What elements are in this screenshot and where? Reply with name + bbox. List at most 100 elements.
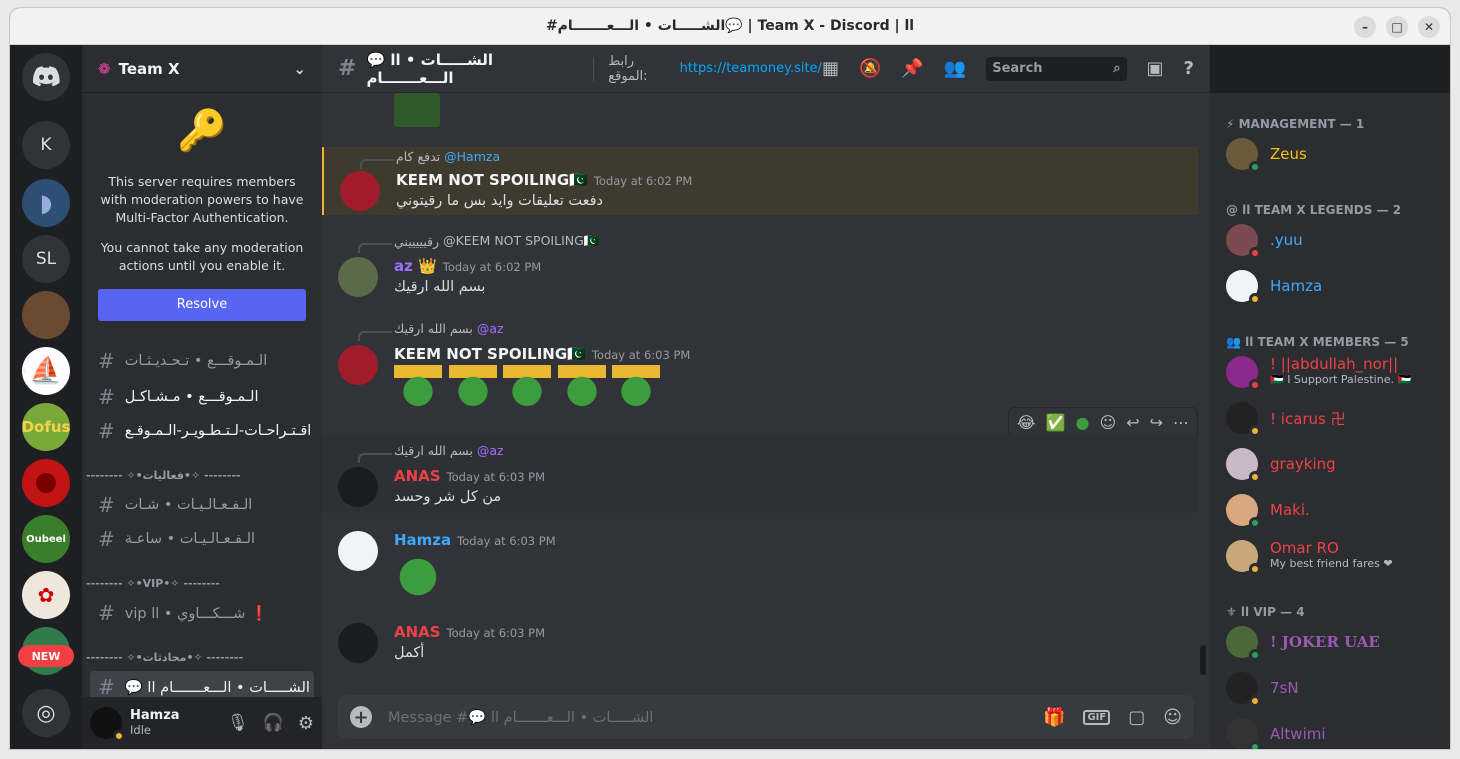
pepe-king-emoji[interactable] <box>557 365 606 409</box>
more-icon[interactable]: ⋯ <box>1173 413 1189 432</box>
add-reaction-icon[interactable]: ☺ <box>1100 413 1117 432</box>
pin-icon[interactable]: 📌 <box>901 58 923 79</box>
compass-icon: ◎ <box>36 700 56 726</box>
member-item[interactable]: Altwimi <box>1218 713 1442 749</box>
pepe-reaction-icon[interactable]: ● <box>1076 413 1090 432</box>
member-item[interactable]: Zeus <box>1218 133 1442 175</box>
avatar <box>1226 448 1261 483</box>
avatar[interactable] <box>338 257 378 297</box>
server-sl[interactable]: SL <box>22 235 70 283</box>
minimize-icon[interactable]: – <box>1354 16 1376 38</box>
headphones-icon[interactable]: 🎧 <box>263 713 284 733</box>
sticker-icon[interactable]: ▢ <box>1128 707 1145 728</box>
check-reaction-icon[interactable]: ✅ <box>1046 413 1066 432</box>
forward-icon[interactable]: ↪ <box>1150 413 1163 432</box>
mfa-notice: 🔑 This server requires members with mode… <box>82 93 322 321</box>
close-icon[interactable]: ✕ <box>1418 16 1440 38</box>
mute-bell-icon[interactable]: 🔕 <box>859 58 881 79</box>
members-icon[interactable]: 👥 <box>944 58 966 79</box>
inbox-icon[interactable]: ▣ <box>1147 58 1164 79</box>
avatar[interactable] <box>338 345 378 385</box>
server-oubeel-icon[interactable]: Oubeel <box>22 515 70 563</box>
member-item[interactable]: Hamza <box>1218 265 1442 307</box>
role-header: ⚜ ⅼⅼ VIP — 4 <box>1226 605 1305 619</box>
pepe-king-emoji[interactable] <box>612 365 661 409</box>
server-header[interactable]: ❁ Team X ⌄ <box>82 45 322 93</box>
search-input[interactable]: Search ⌕ <box>986 56 1127 81</box>
message-input[interactable]: Message #💬 ⅼⅼ الشـــــات • الـــعـــــــ… <box>388 709 1025 726</box>
gear-icon[interactable]: ⚙ <box>298 713 314 734</box>
avatar[interactable] <box>340 171 380 211</box>
gif-icon[interactable]: GIF <box>1083 709 1111 725</box>
category-chat[interactable]: -------- ✧•محادثات•✧ -------- <box>86 651 243 664</box>
member-item[interactable]: ! ||abdullah_nor|| 🇵🇸 I Support Palestine… <box>1218 351 1442 393</box>
dofus-icon: Dofus <box>22 418 70 436</box>
laugh-emoji-reaction-icon[interactable]: 😂 <box>1017 413 1036 432</box>
avatar <box>1226 356 1261 391</box>
server-avatar-icon[interactable] <box>22 291 70 339</box>
discord-home-icon[interactable] <box>22 53 70 101</box>
member-item[interactable]: grayking <box>1218 443 1442 485</box>
channel-item[interactable]: # اقـتـراحـات-لـتـطـويـر-الـمـوقـع <box>90 415 314 447</box>
pepe-king-emoji[interactable] <box>448 365 497 409</box>
reply-connector <box>358 243 392 253</box>
discover-compass-icon[interactable]: ◎ <box>22 689 70 737</box>
member-item[interactable]: ! icarus 卍 <box>1218 397 1442 439</box>
author-name[interactable]: KEEM NOT SPOILING🇵🇰 <box>394 345 586 363</box>
pepe-king-emoji[interactable] <box>503 365 552 409</box>
reply-preview[interactable]: بسم الله ارقيك @az <box>394 321 504 336</box>
message-header: ANAS Today at 6:03 PM <box>394 467 545 485</box>
member-item[interactable]: Maki. <box>1218 489 1442 531</box>
category-vip[interactable]: -------- ✧•VIP•✧ -------- <box>86 577 220 590</box>
reply-preview[interactable]: رقيييييني @KEEM NOT SPOILING🇵🇰 <box>394 233 599 249</box>
topic-link[interactable]: https://teamoney.site/ <box>680 61 822 76</box>
server-k[interactable]: K <box>22 121 70 169</box>
pepe-emoji[interactable] <box>394 555 442 599</box>
emoji-picker-icon[interactable]: ☺ <box>1163 707 1182 728</box>
channel-item[interactable]: # الـمـوقـــع • تـحـديـثـات <box>90 345 314 377</box>
server-red-icon[interactable] <box>22 459 70 507</box>
avatar[interactable] <box>338 623 378 663</box>
reply-preview[interactable]: بسم الله ارقيك @az <box>394 443 504 458</box>
server-dofus-icon[interactable]: Dofus <box>22 403 70 451</box>
reply-preview[interactable]: تدفع كام @Hamza <box>396 149 500 164</box>
threads-icon[interactable]: ▦ <box>822 58 839 79</box>
timestamp: Today at 6:02 PM <box>442 260 542 274</box>
message-header: KEEM NOT SPOILING🇵🇰 Today at 6:02 PM <box>396 171 692 189</box>
resolve-button[interactable]: Resolve <box>98 289 306 321</box>
member-item[interactable]: .yuu <box>1218 219 1442 261</box>
server-shark-icon[interactable]: ◗ <box>22 179 70 227</box>
attach-plus-icon[interactable]: + <box>350 706 372 728</box>
avatar[interactable] <box>338 467 378 507</box>
attachment-image[interactable] <box>394 93 440 127</box>
category-events[interactable]: -------- ✧•فعاليات•✧ -------- <box>86 469 241 482</box>
maximize-icon[interactable]: □ <box>1386 16 1408 38</box>
author-name[interactable]: ANAS <box>394 623 441 641</box>
microphone-icon[interactable]: 🎙 <box>227 713 249 733</box>
role-header: 👥 ⅼⅼ TEAM X MEMBERS — 5 <box>1226 335 1409 349</box>
server-boat-icon[interactable]: ⛵ <box>22 347 70 395</box>
author-name[interactable]: Hamza <box>394 531 451 549</box>
author-name[interactable]: ANAS <box>394 467 441 485</box>
avatar[interactable] <box>338 531 378 571</box>
reply-icon[interactable]: ↩ <box>1126 413 1139 432</box>
member-item[interactable]: 7sN <box>1218 667 1442 709</box>
pepe-king-emoji[interactable] <box>394 365 442 409</box>
channel-item[interactable]: # الـمـوقـــع • مـشـاكـل <box>90 381 314 413</box>
member-item[interactable]: Omar RO My best friend fares ❤ <box>1218 535 1442 577</box>
channel-item[interactable]: # الـفـعـالـيـات • ساعـة <box>90 523 314 555</box>
author-name[interactable]: az 👑 <box>394 257 437 275</box>
server-sheep-icon[interactable]: ✿ <box>22 571 70 619</box>
help-icon[interactable]: ? <box>1184 58 1194 79</box>
role-header: @ ⅼⅼ TEAM X LEGENDS — 2 <box>1226 203 1402 217</box>
gift-icon[interactable]: 🎁 <box>1043 707 1065 728</box>
channel-label: الـفـعـالـيـات • ساعـة <box>124 531 256 547</box>
channel-item[interactable]: # الـفـعـالـيـات • شـات <box>90 489 314 521</box>
member-item[interactable]: ! JOKER UAE <box>1218 621 1442 663</box>
author-name[interactable]: KEEM NOT SPOILING🇵🇰 <box>396 171 588 189</box>
scrollbar[interactable] <box>1200 645 1206 675</box>
search-icon: ⌕ <box>1113 61 1121 76</box>
idle-status-icon <box>1249 563 1261 575</box>
avatar[interactable] <box>90 707 125 742</box>
channel-item[interactable]: # vip ⅼⅼ • شـــكـــاوي ❗ <box>90 597 314 629</box>
